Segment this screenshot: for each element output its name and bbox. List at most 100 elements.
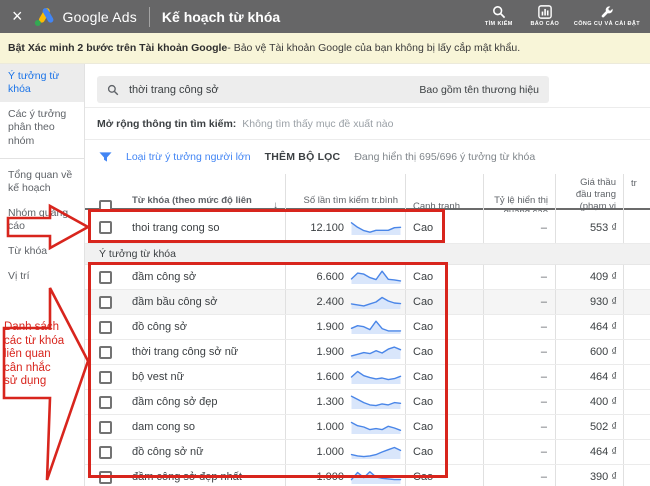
close-icon[interactable]: ×	[12, 7, 23, 25]
top-bid-cell: 390 ₫	[555, 465, 623, 486]
sidebar-item-keywords[interactable]: Từ khóa	[0, 239, 84, 264]
row-checkbox[interactable]	[99, 371, 112, 384]
table-row[interactable]: đầm bầu công sở2.400Cao–930 ₫	[85, 290, 650, 315]
search-button[interactable]: TÌM KIẾM	[482, 5, 516, 28]
reports-button[interactable]: BÁO CÁO	[528, 5, 562, 28]
search-trend-sparkline	[350, 469, 402, 485]
avg-searches-cell: 1.900	[285, 340, 405, 364]
table-row[interactable]: bộ vest nữ1.600Cao–464 ₫	[85, 365, 650, 390]
row-checkbox-cell	[85, 415, 125, 439]
competition-cell: Cao	[405, 315, 483, 339]
row-checkbox[interactable]	[99, 296, 112, 309]
partial-cell	[623, 265, 650, 289]
sidebar: Ý tưởng từ khóa Các ý tưởng phân theo nh…	[0, 64, 85, 486]
ad-impression-share-cell: –	[483, 415, 555, 439]
partial-cell	[623, 390, 650, 414]
keyword-cell: đầm bầu công sở	[125, 290, 285, 314]
top-bid-cell: 409 ₫	[555, 265, 623, 289]
competition-cell: Cao	[405, 340, 483, 364]
search-trend-sparkline	[350, 419, 402, 435]
security-notice-banner[interactable]: Bật Xác minh 2 bước trên Tài khoản Googl…	[0, 33, 650, 64]
refine-search-row: Mở rộng thông tin tìm kiếm: Không tìm th…	[85, 107, 650, 140]
keyword-cell: đầm công sở đẹp	[125, 390, 285, 414]
sidebar-item-plan-overview[interactable]: Tổng quan về kế hoạch	[0, 163, 84, 201]
keyword-cell: thoi trang cong so	[125, 212, 285, 243]
competition-cell: Cao	[405, 465, 483, 486]
row-checkbox[interactable]	[99, 446, 112, 459]
ad-impression-share-cell: –	[483, 212, 555, 243]
keyword-cell: đầm công sở đẹp nhất	[125, 465, 285, 486]
exclude-adult-ideas-link[interactable]: Loại trừ ý tưởng người lớn	[126, 151, 251, 163]
row-checkbox[interactable]	[99, 471, 112, 484]
top-bid-cell: 464 ₫	[555, 315, 623, 339]
search-button-label: TÌM KIẾM	[485, 21, 513, 28]
row-checkbox[interactable]	[99, 421, 112, 434]
table-row[interactable]: đầm công sở6.600Cao–409 ₫	[85, 265, 650, 290]
add-filter-button[interactable]: THÊM BỘ LỌC	[265, 151, 341, 163]
refine-label: Mở rộng thông tin tìm kiếm:	[97, 118, 236, 130]
row-checkbox-cell	[85, 265, 125, 289]
row-checkbox[interactable]	[99, 271, 112, 284]
top-bid-cell: 930 ₫	[555, 290, 623, 314]
table-row[interactable]: đồ công sở nữ1.000Cao–464 ₫	[85, 440, 650, 465]
search-trend-sparkline	[350, 220, 402, 236]
sidebar-item-keyword-ideas[interactable]: Ý tưởng từ khóa	[0, 64, 84, 102]
keyword-cell: đồ công sở nữ	[125, 440, 285, 464]
keyword-cell: đầm công sở	[125, 265, 285, 289]
top-bid-cell: 464 ₫	[555, 440, 623, 464]
tools-settings-button[interactable]: CÔNG CỤ VÀ CÀI ĐẶT	[574, 5, 640, 28]
sidebar-item-locations[interactable]: Vị trí	[0, 264, 84, 289]
row-checkbox-cell	[85, 440, 125, 464]
partial-cell	[623, 340, 650, 364]
table-row[interactable]: đầm công sở đẹp1.300Cao–400 ₫	[85, 390, 650, 415]
avg-searches-cell: 1.000	[285, 415, 405, 439]
partial-cell	[623, 465, 650, 486]
ad-impression-share-cell: –	[483, 315, 555, 339]
page-title: Kế hoạch từ khóa	[162, 9, 280, 25]
ad-impression-share-cell: –	[483, 290, 555, 314]
avg-searches-cell: 1.000	[285, 440, 405, 464]
partial-cell	[623, 365, 650, 389]
table-row[interactable]: đồ công sở1.900Cao–464 ₫	[85, 315, 650, 340]
top-bid-cell: 502 ₫	[555, 415, 623, 439]
top-bid-cell: 464 ₫	[555, 365, 623, 389]
partial-cell	[623, 290, 650, 314]
top-bid-cell: 600 ₫	[555, 340, 623, 364]
row-checkbox[interactable]	[99, 396, 112, 409]
top-bar: × Google Ads Kế hoạch từ khóa TÌM KIẾM B…	[0, 0, 650, 33]
sidebar-item-grouped-ideas[interactable]: Các ý tưởng phân theo nhóm	[0, 102, 84, 153]
table-row[interactable]: dam cong so1.000Cao–502 ₫	[85, 415, 650, 440]
search-trend-sparkline	[350, 294, 402, 310]
ad-impression-share-cell: –	[483, 340, 555, 364]
row-checkbox-cell	[85, 212, 125, 243]
partial-cell	[623, 212, 650, 243]
title-divider	[149, 7, 150, 27]
search-icon	[492, 5, 506, 19]
row-checkbox-cell	[85, 340, 125, 364]
search-trend-sparkline	[350, 444, 402, 460]
include-brand-names-option[interactable]: Bao gồm tên thương hiệu	[419, 84, 539, 96]
ad-impression-share-cell: –	[483, 390, 555, 414]
showing-count-text: Đang hiển thị 695/696 ý tưởng từ khóa	[354, 151, 535, 163]
table-row[interactable]: thoi trang cong so12.100Cao–553 ₫	[85, 212, 650, 244]
filter-icon	[99, 151, 112, 164]
keyword-cell: đồ công sở	[125, 315, 285, 339]
refine-hint: Không tìm thấy mục đề xuất nào	[242, 118, 393, 130]
row-checkbox[interactable]	[99, 321, 112, 334]
banner-bold-text: Bật Xác minh 2 bước trên Tài khoản Googl…	[8, 42, 227, 54]
sidebar-item-ad-groups[interactable]: Nhóm quảng cáo	[0, 201, 84, 239]
row-checkbox-cell	[85, 290, 125, 314]
brand-name: Google Ads	[63, 9, 137, 25]
keyword-cell: dam cong so	[125, 415, 285, 439]
row-checkbox[interactable]	[99, 346, 112, 359]
top-bid-cell: 553 ₫	[555, 212, 623, 243]
search-input-value[interactable]: thời trang công sở	[129, 84, 419, 96]
keyword-planner-screen: × Google Ads Kế hoạch từ khóa TÌM KIẾM B…	[0, 0, 650, 486]
table-row[interactable]: đầm công sở đẹp nhất1.000Cao–390 ₫	[85, 465, 650, 486]
row-checkbox[interactable]	[99, 221, 112, 234]
top-bid-cell: 400 ₫	[555, 390, 623, 414]
keyword-search-box[interactable]: thời trang công sở Bao gồm tên thương hi…	[97, 76, 549, 103]
competition-cell: Cao	[405, 290, 483, 314]
table-row[interactable]: thời trang công sở nữ1.900Cao–600 ₫	[85, 340, 650, 365]
keyword-cell: thời trang công sở nữ	[125, 340, 285, 364]
